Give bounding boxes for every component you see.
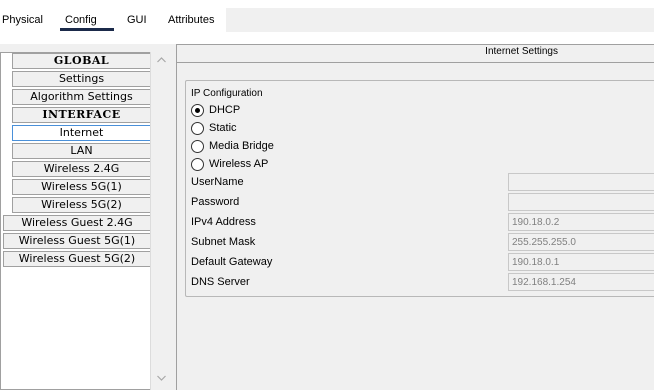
ipv4-address-field[interactable] <box>508 213 654 231</box>
username-label: UserName <box>191 176 244 188</box>
sidebar-item-internet[interactable]: Internet <box>12 125 151 141</box>
ipv4-address-label: IPv4 Address <box>191 216 256 228</box>
title-divider <box>176 62 654 63</box>
ip-configuration-label: IP Configuration <box>191 88 263 99</box>
dns-server-field[interactable] <box>508 273 654 291</box>
sidebar-item-wireless-5g-1[interactable]: Wireless 5G(1) <box>12 179 151 195</box>
sidebar-list: GLOBAL Settings Algorithm Settings INTER… <box>0 52 160 390</box>
sidebar-item-wireless-5g-2[interactable]: Wireless 5G(2) <box>12 197 151 213</box>
chevron-down-icon[interactable] <box>151 372 171 386</box>
sidebar-scrollbar[interactable] <box>150 52 171 390</box>
tab-physical[interactable]: Physical <box>2 14 43 26</box>
password-label: Password <box>191 196 240 208</box>
tab-config[interactable]: Config <box>65 14 97 26</box>
tab-attributes[interactable]: Attributes <box>168 14 214 26</box>
radio-button[interactable] <box>191 122 204 135</box>
sidebar-item-lan[interactable]: LAN <box>12 143 151 159</box>
subnet-mask-label: Subnet Mask <box>191 236 256 248</box>
sidebar-item-wireless-guest-2-4g[interactable]: Wireless Guest 2.4G <box>3 215 151 231</box>
sidebar-item-settings[interactable]: Settings <box>12 71 151 87</box>
radio-dhcp-label: DHCP <box>209 104 241 116</box>
chevron-up-icon[interactable] <box>151 54 171 68</box>
default-gateway-label: Default Gateway <box>191 256 273 268</box>
radio-button[interactable] <box>191 158 204 171</box>
dns-server-label: DNS Server <box>191 276 250 288</box>
sidebar-item-wireless-guest-5g-1[interactable]: Wireless Guest 5G(1) <box>3 233 151 249</box>
active-tab-indicator <box>60 28 114 31</box>
password-field[interactable] <box>508 193 654 211</box>
radio-media-bridge-label: Media Bridge <box>209 140 274 152</box>
sidebar-header-interface: INTERFACE <box>12 107 151 123</box>
radio-button-checked[interactable] <box>191 104 204 117</box>
radio-static-label: Static <box>209 122 237 134</box>
tab-gui[interactable]: GUI <box>127 14 147 26</box>
sidebar-item-wireless-guest-5g-2[interactable]: Wireless Guest 5G(2) <box>3 251 151 267</box>
panel-title: Internet Settings <box>485 46 558 57</box>
sidebar-header-global: GLOBAL <box>12 53 151 69</box>
sidebar-item-algorithm-settings[interactable]: Algorithm Settings <box>12 89 151 105</box>
tab-bar: Physical Config GUI Attributes <box>0 0 654 34</box>
subnet-mask-field[interactable] <box>508 233 654 251</box>
default-gateway-field[interactable] <box>508 253 654 271</box>
sidebar-item-wireless-2-4g[interactable]: Wireless 2.4G <box>12 161 151 177</box>
radio-wireless-ap-label: Wireless AP <box>209 158 269 170</box>
username-field[interactable] <box>508 173 654 191</box>
tab-bar-strip <box>226 8 654 32</box>
radio-button[interactable] <box>191 140 204 153</box>
